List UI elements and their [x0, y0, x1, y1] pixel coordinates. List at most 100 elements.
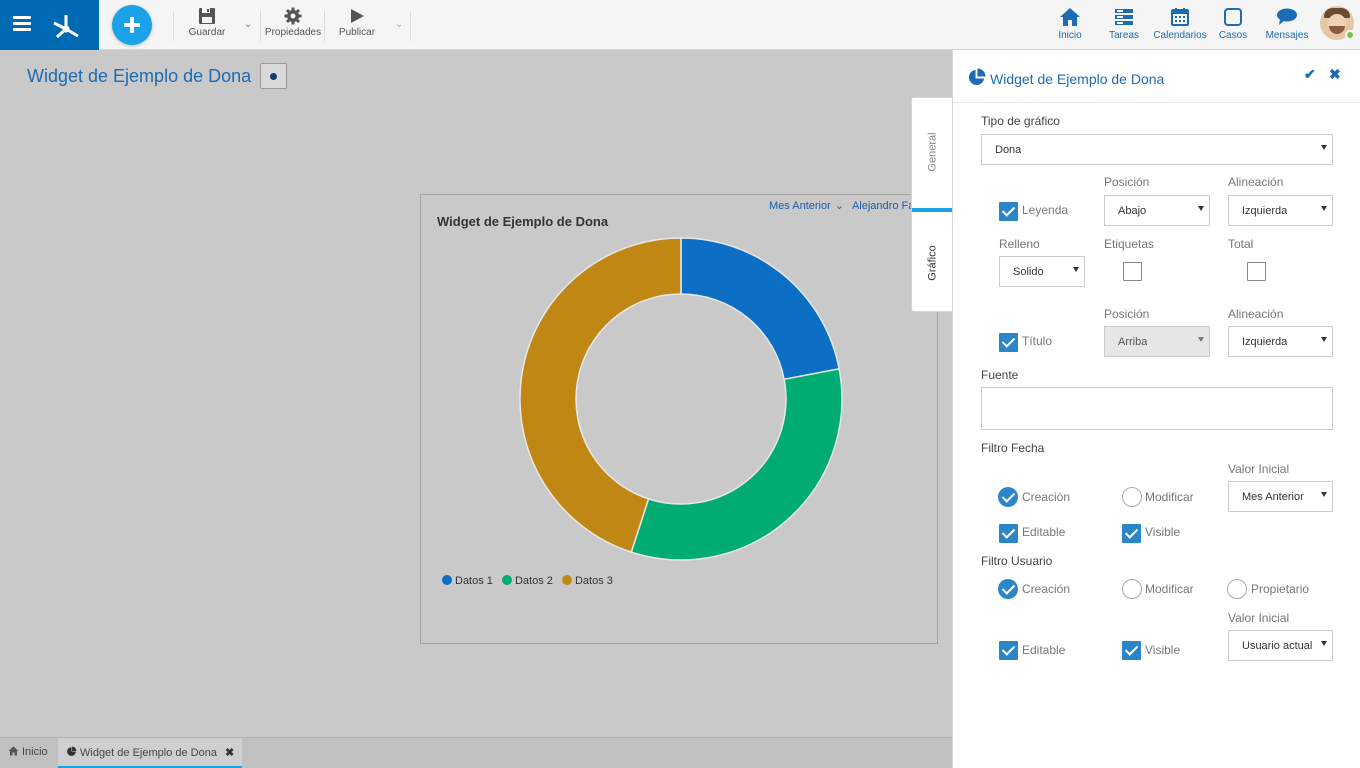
close-icon[interactable]: ✖: [1329, 66, 1341, 83]
title-alignment-value: Izquierda: [1242, 336, 1288, 348]
legend-position-select[interactable]: Abajo: [1104, 195, 1210, 226]
side-tabs: General Gráfico: [911, 97, 953, 312]
tasks-icon: [1115, 9, 1133, 25]
nav-mensajes[interactable]: Mensajes: [1265, 7, 1309, 41]
date-visible-label: Visible: [1145, 525, 1181, 539]
user-creation-label: Creación: [1022, 582, 1071, 596]
title-alignment-select[interactable]: Izquierda: [1228, 326, 1333, 357]
date-editable-checkbox[interactable]: [999, 524, 1018, 543]
chevron-down-icon: [1198, 337, 1204, 342]
title-checkbox-label: Título: [1022, 334, 1053, 348]
tab-general[interactable]: General: [912, 98, 953, 206]
legend-item[interactable]: Datos 1: [442, 575, 493, 587]
online-status-icon: [1345, 30, 1355, 40]
publish-dropdown-chevron-icon[interactable]: ⌄: [395, 19, 403, 30]
total-label: Total: [1228, 237, 1254, 251]
date-modify-radio[interactable]: [1122, 487, 1142, 507]
nav-calendarios[interactable]: Calendarios: [1152, 7, 1208, 41]
legend-alignment-select[interactable]: Izquierda: [1228, 195, 1333, 226]
nav-tareas[interactable]: Tareas: [1106, 7, 1142, 41]
legend-swatch-icon: [561, 575, 572, 585]
panel-title: Widget de Ejemplo de Dona: [990, 71, 1165, 87]
nav-tareas-label: Tareas: [1108, 30, 1139, 41]
properties-label: Propiedades: [264, 27, 322, 38]
close-icon[interactable]: ✖: [225, 747, 234, 759]
nav-mensajes-label: Mensajes: [1265, 30, 1309, 41]
user-initial-value-select[interactable]: Usuario actual: [1228, 630, 1333, 661]
total-checkbox[interactable]: [1247, 262, 1266, 281]
publish-button[interactable]: Publicar: [335, 7, 379, 38]
legend-alignment-value: Izquierda: [1242, 205, 1288, 217]
home-icon: [1060, 8, 1080, 26]
publish-label: Publicar: [338, 27, 376, 38]
title-position-select: Arriba: [1104, 326, 1210, 357]
pie-icon: [67, 746, 77, 756]
date-creation-radio[interactable]: [998, 487, 1018, 507]
date-creation-label: Creación: [1022, 490, 1071, 504]
tab-inicio[interactable]: Inicio: [0, 738, 56, 768]
chevron-down-icon: [1321, 492, 1327, 497]
toolbar-divider: [410, 11, 411, 41]
donut-slice-1[interactable]: [680, 237, 841, 381]
chevron-down-icon: [1198, 206, 1204, 211]
properties-button[interactable]: Propiedades: [263, 7, 323, 38]
user-editable-checkbox[interactable]: [999, 641, 1018, 660]
tab-grafico[interactable]: Gráfico: [912, 208, 953, 313]
chevron-down-icon: [1321, 337, 1327, 342]
legend-checkbox[interactable]: [999, 202, 1018, 221]
legend-item[interactable]: Datos 2: [501, 575, 553, 587]
properties-panel: Widget de Ejemplo de Dona ✔ ✖ Tipo de gr…: [952, 50, 1360, 768]
home-icon: [8, 746, 19, 756]
save-label: Guardar: [188, 27, 226, 38]
title-position-value: Arriba: [1118, 336, 1148, 348]
toolbar-divider: [324, 11, 325, 41]
logo-icon[interactable]: [50, 10, 82, 40]
tab-widget[interactable]: Widget de Ejemplo de Dona ✖: [58, 738, 242, 768]
date-visible-checkbox[interactable]: [1122, 524, 1141, 543]
play-icon: [351, 9, 364, 23]
nav-casos[interactable]: Casos: [1217, 7, 1249, 41]
panel-header: Widget de Ejemplo de Dona ✔ ✖: [953, 50, 1360, 103]
tab-general-label: General: [926, 132, 939, 172]
tab-widget-label: Widget de Ejemplo de Dona: [80, 747, 217, 759]
chart-type-value: Dona: [995, 144, 1022, 156]
user-visible-label: Visible: [1145, 643, 1181, 657]
add-button[interactable]: [112, 5, 152, 45]
user-modify-radio[interactable]: [1122, 579, 1142, 599]
labels-checkbox[interactable]: [1123, 262, 1142, 281]
message-icon: [1277, 8, 1297, 25]
legend-position-label: Posición: [1104, 175, 1150, 189]
chevron-down-icon: [1073, 267, 1079, 272]
cases-icon: [1224, 8, 1242, 26]
save-dropdown-chevron-icon[interactable]: ⌄: [244, 19, 252, 30]
date-modify-label: Modificar: [1145, 490, 1194, 504]
chart-legend: Datos 1 Datos 2 Datos 3: [442, 575, 619, 587]
menu-icon[interactable]: [13, 16, 31, 32]
nav-inicio[interactable]: Inicio: [1055, 7, 1085, 41]
toolbar-divider: [260, 11, 261, 41]
widget-options-button[interactable]: [260, 63, 287, 89]
source-label: Fuente: [981, 368, 1019, 382]
legend-swatch-icon: [501, 575, 512, 585]
confirm-icon[interactable]: ✔: [1304, 66, 1316, 83]
user-creation-radio[interactable]: [998, 579, 1018, 599]
source-field[interactable]: [981, 387, 1333, 430]
donut-slice-2[interactable]: [630, 367, 843, 561]
legend-item[interactable]: Datos 3: [561, 575, 613, 587]
chevron-down-icon: [1321, 641, 1327, 646]
title-alignment-label: Alineación: [1228, 307, 1284, 321]
legend-alignment-label: Alineación: [1228, 175, 1284, 189]
user-visible-checkbox[interactable]: [1122, 641, 1141, 660]
date-initial-value-select[interactable]: Mes Anterior: [1228, 481, 1333, 512]
save-button[interactable]: Guardar: [186, 7, 228, 38]
chart-type-select[interactable]: Dona: [981, 134, 1333, 165]
user-owner-label: Propietario: [1251, 582, 1310, 596]
fill-select[interactable]: Solido: [999, 256, 1085, 287]
title-checkbox[interactable]: [999, 333, 1018, 352]
user-initial-value: Usuario actual: [1242, 640, 1313, 652]
date-filter-label: Filtro Fecha: [981, 441, 1045, 455]
user-owner-radio[interactable]: [1227, 579, 1247, 599]
calendar-icon: [1171, 8, 1189, 26]
brand-area: [0, 0, 99, 50]
chart-widget[interactable]: Widget de Ejemplo de Dona Mes Anterior ⌄ A…: [420, 194, 938, 644]
